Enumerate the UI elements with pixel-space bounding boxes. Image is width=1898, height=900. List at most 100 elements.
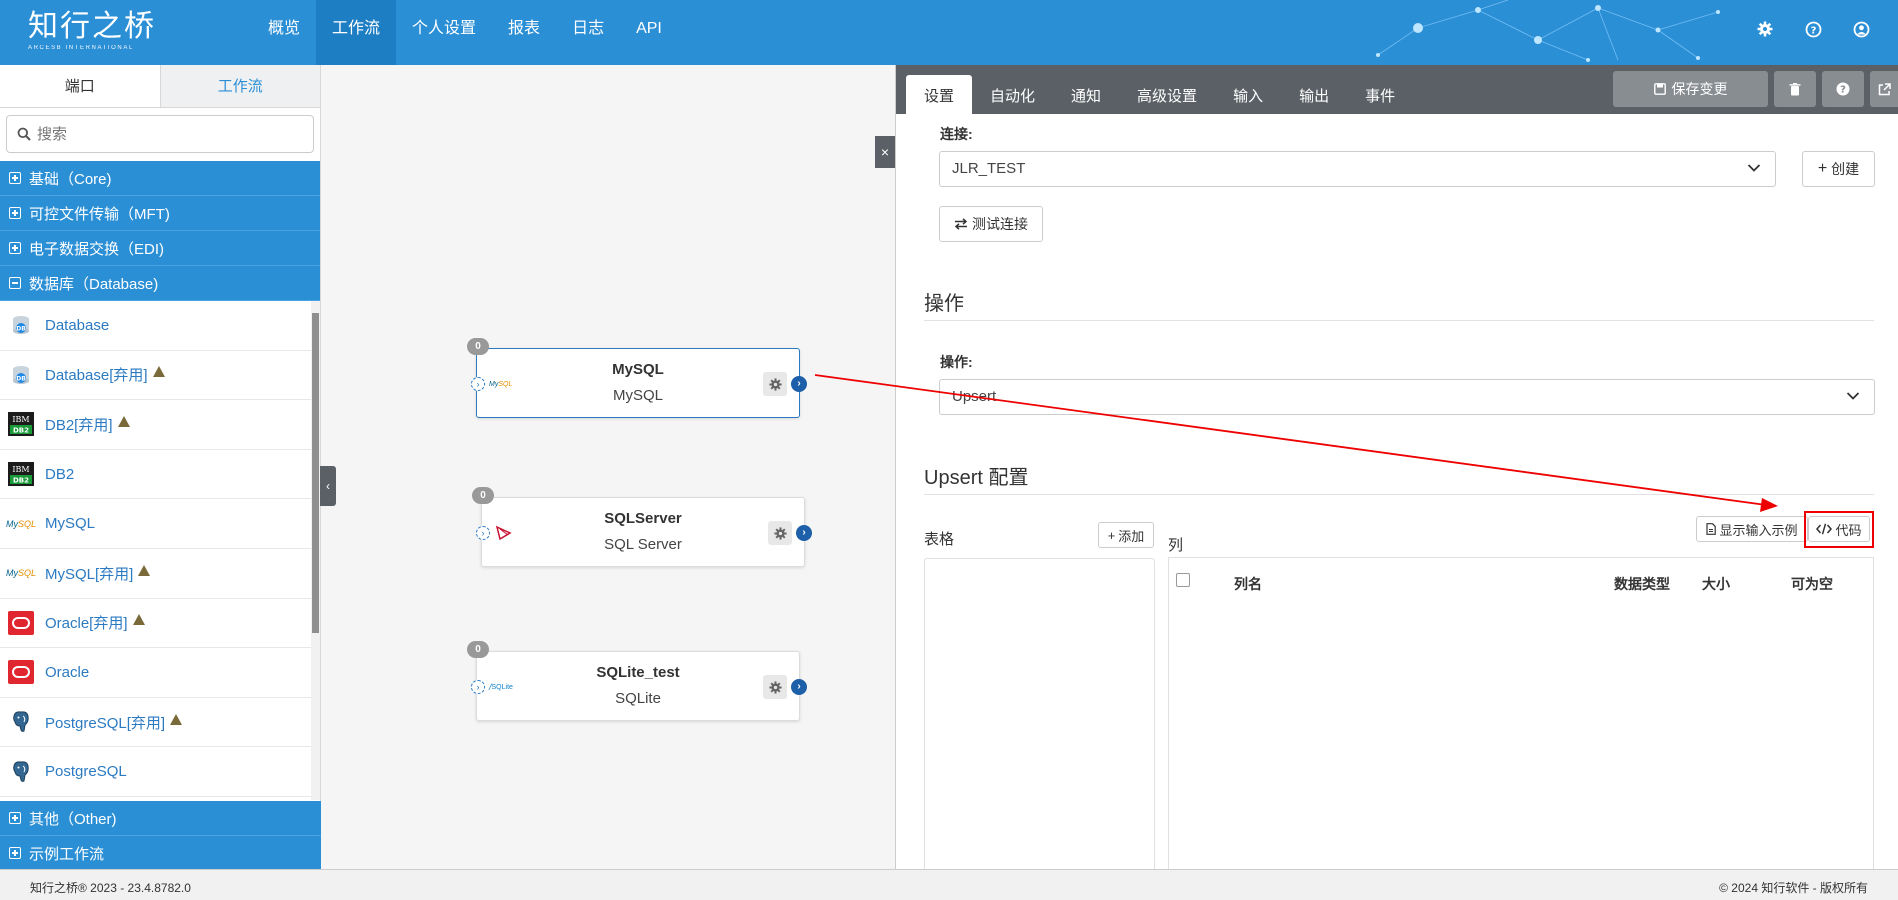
category-other[interactable]: 其他（Other) [0,801,321,836]
connector-item-label: MySQL [45,515,96,533]
connector-item[interactable]: PostgreSQL [0,747,320,797]
node-title: SQLite_test [596,664,680,681]
warning-icon [138,564,151,576]
category-database[interactable]: 数据库（Database) [0,266,320,301]
header-actions: ? [1754,18,1872,40]
footer: 知行之桥® 2023 - 23.4.8782.0 © 2024 知行软件 - 版… [0,869,1898,900]
save-icon [1653,83,1666,95]
tab-output[interactable]: 输出 [1281,75,1347,114]
tab-workflows[interactable]: 工作流 [161,65,321,107]
show-sample-label: 显示输入示例 [1719,522,1798,538]
help-icon[interactable]: ? [1802,18,1824,40]
swap-arrows-icon [954,218,968,230]
tab-settings[interactable]: 设置 [906,75,973,114]
open-external-button[interactable] [1870,71,1898,107]
gear-icon[interactable] [1754,18,1776,40]
category-label: 可控文件传输（MFT) [29,205,170,223]
tab-input[interactable]: 输入 [1215,75,1281,114]
table-label: 表格 [924,531,955,548]
brand-logo[interactable]: 知行之桥 ARCESB INTERNATIONAL [28,10,156,53]
workflow-node-sqlite[interactable]: 0 › / SQLite SQLite_test SQLite › [467,641,807,721]
node-subtitle: MySQL [612,387,663,404]
settings-tabs: 设置 自动化 通知 高级设置 输入 输出 事件 [906,75,1413,114]
test-connection-button[interactable]: 测试连接 [939,206,1043,242]
operation-heading: 操作 [924,293,964,315]
nav-logs[interactable]: 日志 [556,0,620,65]
category-mft[interactable]: 可控文件传输（MFT) [0,196,320,231]
table-list-box[interactable] [924,558,1155,878]
connector-item[interactable]: DB Database [0,301,320,351]
save-changes-button[interactable]: 保存变更 [1613,71,1768,107]
connection-label: 连接: [940,126,973,142]
chevron-down-icon [1846,392,1860,400]
tab-automation[interactable]: 自动化 [972,75,1053,114]
show-input-sample-button[interactable]: 显示输入示例 [1696,516,1808,542]
output-port[interactable]: › [791,376,807,392]
node-settings-gear-icon[interactable] [763,675,787,699]
connection-select[interactable]: JLR_TEST [939,151,1776,187]
connector-item-label: DB2[弃用] [45,416,113,434]
workflow-canvas[interactable] [321,65,895,869]
save-label: 保存变更 [1671,81,1728,97]
tab-alerts[interactable]: 通知 [1053,75,1119,114]
nav-workflow[interactable]: 工作流 [316,0,397,65]
output-port[interactable]: › [796,525,812,541]
chevron-down-icon [1747,164,1761,172]
connector-item[interactable]: My SQL MySQL[弃用] [0,549,320,599]
connector-item[interactable]: My SQL MySQL [0,499,320,549]
node-count-badge: 0 [467,641,489,658]
highlight-box [1804,511,1874,548]
connector-item-label: DB2 [45,465,75,483]
ibm-db2-icon: IBM DB2 [8,461,34,487]
connector-item[interactable]: Oracle [0,648,320,698]
connector-item[interactable]: Oracle[弃用] [0,599,320,649]
tab-ports[interactable]: 端口 [0,65,161,107]
nav-overview[interactable]: 概览 [252,0,316,65]
output-port[interactable]: › [791,679,807,695]
collapse-left-panel-button[interactable]: ‹ [320,466,336,506]
collapse-icon [9,277,21,289]
connector-item[interactable]: IBM DB2 DB2 [0,450,320,500]
connector-item[interactable]: DB Database[弃用] [0,351,320,401]
nav-reports[interactable]: 报表 [492,0,556,65]
workflow-node-mysql[interactable]: 0 › My SQL MySQL MySQL › [467,338,807,418]
category-edi[interactable]: 电子数据交换（EDI) [0,231,320,266]
svg-text:DB: DB [16,326,26,333]
svg-text:IBM: IBM [12,465,29,474]
tab-advanced[interactable]: 高级设置 [1119,75,1215,114]
node-settings-gear-icon[interactable] [768,521,792,545]
create-connection-button[interactable]: + 创建 [1802,151,1875,187]
search-wrapper [0,108,320,161]
select-all-checkbox[interactable] [1176,573,1190,587]
search-input[interactable] [37,125,303,143]
main-nav: 概览 工作流 个人设置 报表 日志 API [252,0,678,65]
connector-item-label: Oracle [45,663,90,681]
left-tabs: 端口 工作流 [0,65,320,108]
tab-events[interactable]: 事件 [1347,75,1413,114]
settings-tabs-bar: 设置 自动化 通知 高级设置 输入 输出 事件 保存变更 ? [896,65,1898,114]
connector-item[interactable]: IBM DB2 DB2[弃用] [0,400,320,450]
svg-text:DB2: DB2 [13,427,29,435]
add-table-button[interactable]: + 添加 [1098,522,1154,548]
list-scrollbar[interactable] [311,301,320,800]
scrollbar-thumb[interactable] [312,313,319,633]
node-title: MySQL [612,361,664,378]
divider [924,494,1874,495]
help-icon: ? [1836,82,1850,96]
warning-icon [152,366,165,378]
postgresql-icon [8,709,34,735]
close-panel-button[interactable]: × [875,136,895,168]
operation-select[interactable]: Upsert [939,379,1875,415]
connector-item[interactable]: PostgreSQL[弃用] [0,698,320,748]
nav-api[interactable]: API [620,0,678,65]
workflow-node-sqlserver[interactable]: 0 › SQLServer SQL Server › [472,487,812,567]
category-core[interactable]: 基础（Core) [0,161,320,196]
help-button[interactable]: ? [1822,71,1864,107]
logo-sub-text: ARCESB INTERNATIONAL [28,45,134,51]
category-samples[interactable]: 示例工作流 [0,836,321,871]
nav-profile[interactable]: 个人设置 [396,0,492,65]
user-account-icon[interactable] [1850,18,1872,40]
delete-button[interactable] [1774,71,1816,107]
node-settings-gear-icon[interactable] [763,372,787,396]
add-label: 添加 [1118,528,1145,544]
